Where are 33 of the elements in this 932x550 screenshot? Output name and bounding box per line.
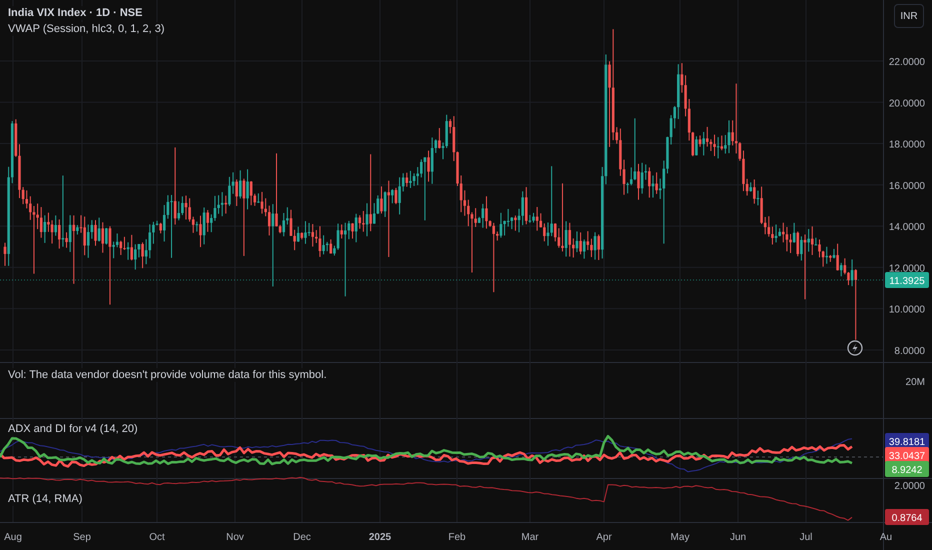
price-axis-label: 18.0000 (888, 140, 925, 151)
volume-note: Vol: The data vendor doesn't provide volume data for this symbol. (6, 368, 329, 382)
time-axis-label: 2025 (368, 532, 392, 543)
price-axis-label: 8.0000 (894, 346, 925, 357)
time-axis-label: Apr (596, 532, 612, 543)
time-axis-label: Oct (149, 532, 165, 543)
price-axis-label: 22.0000 (888, 57, 925, 68)
time-axis-label: May (670, 532, 690, 543)
time-axis-label: Feb (448, 532, 466, 543)
volume-axis-label: 20M (906, 377, 925, 388)
time-axis-label: Mar (521, 532, 539, 543)
time-axis-label: Au (880, 532, 892, 543)
price-axis-label: 12.0000 (888, 263, 925, 274)
indicator-legend: VWAP (Session, hlc3, 0, 1, 2, 3) (6, 22, 167, 36)
price-axis-label: 10.0000 (888, 304, 925, 316)
indicator-value-label: 0.8764 (885, 509, 929, 525)
price-axis-label: 16.0000 (888, 180, 925, 192)
time-axis-label: Jun (730, 532, 746, 543)
currency-button[interactable]: INR (894, 4, 924, 28)
indicator-legend: ADX and DI for v4 (14, 20) (6, 422, 140, 436)
time-axis-label: Dec (293, 532, 311, 543)
time-axis-label: Nov (226, 532, 244, 543)
price-axis-label: 14.0000 (888, 222, 925, 234)
indicator-value-label: 8.9242 (885, 461, 929, 477)
price-label: 11.3925 (885, 272, 929, 288)
price-axis-label: 20.0000 (888, 98, 925, 110)
lightning-icon[interactable] (847, 340, 863, 356)
time-axis-label: Sep (73, 532, 91, 543)
atr-axis-label: 2.0000 (894, 481, 925, 492)
time-axis-label: Jul (800, 532, 812, 543)
indicator-legend: ATR (14, RMA) (6, 492, 84, 506)
symbol-title: India VIX Index · 1D · NSE (6, 6, 144, 20)
time-axis-label: Aug (4, 532, 22, 543)
